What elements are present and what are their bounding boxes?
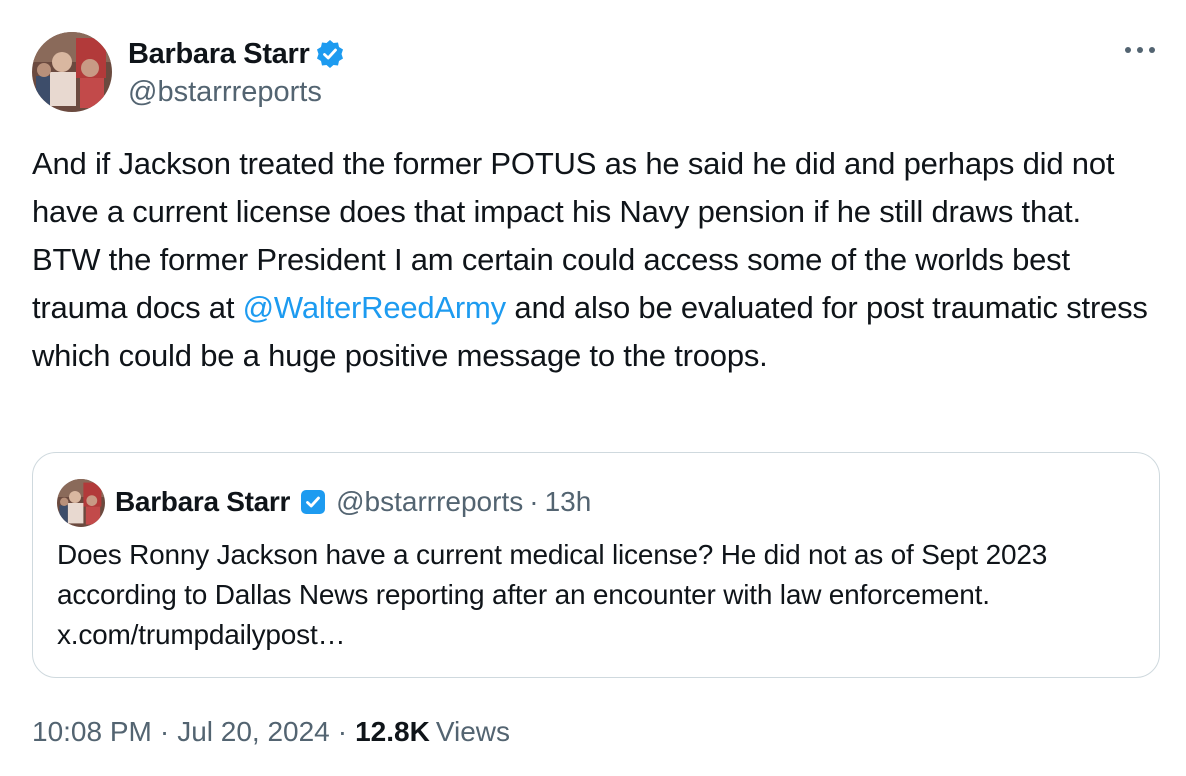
tweet-date[interactable]: Jul 20, 2024	[177, 716, 330, 748]
author-name[interactable]: Barbara Starr	[128, 38, 310, 71]
verified-badge-icon[interactable]	[315, 39, 345, 69]
views-label: Views	[435, 716, 510, 747]
quoted-author-name[interactable]: Barbara Starr	[115, 486, 290, 518]
author-handle[interactable]: @bstarrreports	[128, 76, 322, 109]
avatar-photo	[57, 479, 105, 527]
separator-dot: ·	[159, 716, 170, 747]
quoted-tweet-header: Barbara Starr @bstarrreports · 13h	[115, 483, 591, 521]
more-horizontal-icon	[1125, 47, 1155, 53]
quoted-tweet-time[interactable]: 13h	[545, 486, 592, 518]
separator-dot: ·	[337, 716, 348, 747]
author-avatar[interactable]	[32, 32, 112, 112]
author-name-row: Barbara Starr	[128, 36, 345, 72]
separator-dot: ·	[529, 486, 539, 517]
more-options-button[interactable]	[1122, 36, 1158, 64]
quoted-tweet-text: Does Ronny Jackson have a current medica…	[57, 539, 1055, 650]
tweet-container: Barbara Starr @bstarrreports And if Jack…	[0, 0, 1186, 776]
views-count: 12.8K	[355, 716, 430, 747]
tweet-text: And if Jackson treated the former POTUS …	[32, 140, 1157, 380]
tweet-time[interactable]: 10:08 PM	[32, 716, 152, 748]
quoted-author-handle[interactable]: @bstarrreports	[336, 486, 523, 518]
quoted-author-avatar[interactable]	[57, 479, 105, 527]
quoted-tweet-card[interactable]: Barbara Starr @bstarrreports · 13h Does …	[32, 452, 1160, 678]
mention-link[interactable]: @WalterReedArmy	[243, 290, 507, 325]
tweet-meta: 10:08 PM · Jul 20, 2024 · 12.8K Views	[32, 712, 510, 752]
avatar-photo	[32, 32, 112, 112]
verified-badge-icon	[298, 487, 328, 517]
